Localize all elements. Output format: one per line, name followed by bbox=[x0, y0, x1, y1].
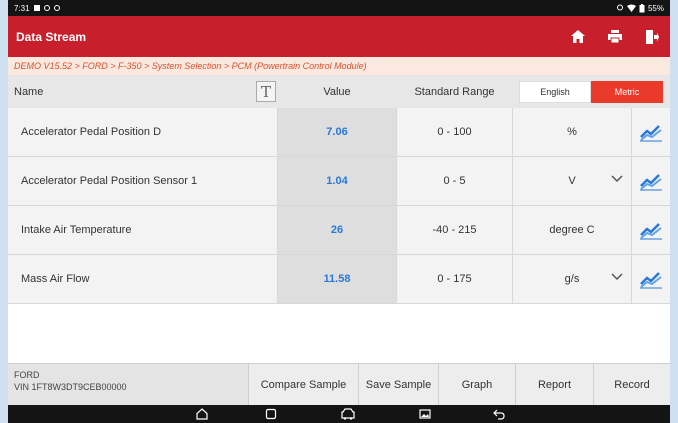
nav-vci-button[interactable] bbox=[341, 407, 355, 421]
font-size-button[interactable]: T bbox=[256, 81, 276, 102]
exit-icon bbox=[645, 29, 659, 44]
app-frame: 7:31 55% Data Stream DEMO V15.52 > FORD … bbox=[8, 0, 670, 423]
row-graph-button[interactable] bbox=[632, 157, 670, 205]
notification-icon bbox=[33, 5, 40, 11]
data-stream-table: Accelerator Pedal Position D 7.06 0 - 10… bbox=[8, 108, 670, 304]
row-unit-dropdown[interactable]: V bbox=[513, 157, 632, 205]
print-button[interactable] bbox=[596, 16, 633, 57]
column-header-name-label: Name bbox=[14, 85, 44, 98]
row-name: Mass Air Flow bbox=[8, 255, 278, 303]
row-unit-label: g/s bbox=[564, 273, 580, 285]
row-value: 1.04 bbox=[278, 157, 396, 205]
row-name: Accelerator Pedal Position Sensor 1 bbox=[8, 157, 278, 205]
table-header: Name T Value Standard Range English Metr… bbox=[8, 75, 670, 108]
row-unit: % bbox=[513, 108, 632, 156]
nav-recent-button[interactable] bbox=[264, 407, 278, 421]
vehicle-info: FORD VIN 1FT8W3DT9CEB00000 bbox=[8, 364, 248, 405]
row-unit-label: V bbox=[568, 175, 576, 187]
row-range: 0 - 100 bbox=[396, 108, 513, 156]
settings-status-icon bbox=[43, 5, 50, 11]
vehicle-vin: VIN 1FT8W3DT9CEB00000 bbox=[14, 382, 127, 392]
battery-level: 55% bbox=[647, 3, 664, 13]
report-button[interactable]: Report bbox=[515, 364, 593, 405]
status-time: 7:31 bbox=[14, 3, 30, 13]
row-graph-button[interactable] bbox=[632, 206, 670, 254]
chevron-down-icon bbox=[611, 175, 623, 183]
unit-toggle: English Metric bbox=[513, 75, 670, 108]
home-button[interactable] bbox=[559, 16, 596, 57]
status-bar: 7:31 55% bbox=[8, 0, 670, 16]
location-icon bbox=[616, 4, 623, 11]
row-unit: degree C bbox=[513, 206, 632, 254]
column-header-range: Standard Range bbox=[414, 85, 495, 98]
nav-back-button[interactable] bbox=[492, 407, 506, 421]
unit-metric-button[interactable]: Metric bbox=[591, 80, 663, 103]
column-header-name: Name T bbox=[8, 75, 278, 108]
graph-icon bbox=[640, 223, 662, 240]
row-unit-label: degree C bbox=[549, 224, 595, 236]
row-name: Intake Air Temperature bbox=[8, 206, 278, 254]
row-range: -40 - 215 bbox=[396, 206, 513, 254]
breadcrumb: DEMO V15.52 > FORD > F-350 > System Sele… bbox=[8, 57, 670, 75]
nav-home-button[interactable] bbox=[195, 407, 209, 421]
home-icon bbox=[570, 30, 585, 43]
row-value: 26 bbox=[278, 206, 396, 254]
row-range: 0 - 175 bbox=[396, 255, 513, 303]
row-graph-button[interactable] bbox=[632, 255, 670, 303]
print-icon bbox=[607, 30, 622, 43]
vehicle-make: FORD bbox=[14, 370, 40, 380]
sync-status-icon bbox=[53, 5, 60, 11]
nav-screenshot-icon bbox=[419, 409, 431, 419]
row-graph-button[interactable] bbox=[632, 108, 670, 156]
unit-english-button[interactable]: English bbox=[519, 80, 591, 103]
table-row[interactable]: Accelerator Pedal Position D 7.06 0 - 10… bbox=[8, 108, 670, 157]
column-header-value: Value bbox=[323, 85, 351, 98]
system-nav-bar bbox=[8, 405, 670, 423]
row-value: 11.58 bbox=[278, 255, 396, 303]
nav-screenshot-button[interactable] bbox=[418, 407, 432, 421]
title-bar: Data Stream bbox=[8, 16, 670, 57]
compare-sample-button[interactable]: Compare Sample bbox=[248, 364, 358, 405]
footer-toolbar: FORD VIN 1FT8W3DT9CEB00000 Compare Sampl… bbox=[8, 363, 670, 405]
nav-recent-icon bbox=[265, 408, 277, 420]
table-row[interactable]: Accelerator Pedal Position Sensor 1 1.04… bbox=[8, 157, 670, 206]
graph-button[interactable]: Graph bbox=[438, 364, 515, 405]
table-row[interactable]: Intake Air Temperature 26 -40 - 215 degr… bbox=[8, 206, 670, 255]
nav-back-icon bbox=[493, 409, 505, 420]
row-range: 0 - 5 bbox=[396, 157, 513, 205]
record-button[interactable]: Record bbox=[593, 364, 670, 405]
wifi-icon bbox=[626, 4, 636, 12]
table-row[interactable]: Mass Air Flow 11.58 0 - 175 g/s bbox=[8, 255, 670, 304]
nav-home-icon bbox=[196, 408, 208, 420]
row-unit-label: % bbox=[567, 126, 577, 138]
page-title: Data Stream bbox=[16, 29, 87, 44]
row-value: 7.06 bbox=[278, 108, 396, 156]
row-unit-dropdown[interactable]: g/s bbox=[513, 255, 632, 303]
battery-icon bbox=[639, 3, 645, 12]
chevron-down-icon bbox=[611, 273, 623, 281]
save-sample-button[interactable]: Save Sample bbox=[358, 364, 438, 405]
nav-vci-icon bbox=[341, 408, 355, 420]
graph-icon bbox=[640, 174, 662, 191]
graph-icon bbox=[640, 272, 662, 289]
exit-button[interactable] bbox=[633, 16, 670, 57]
row-name: Accelerator Pedal Position D bbox=[8, 108, 278, 156]
graph-icon bbox=[640, 125, 662, 142]
